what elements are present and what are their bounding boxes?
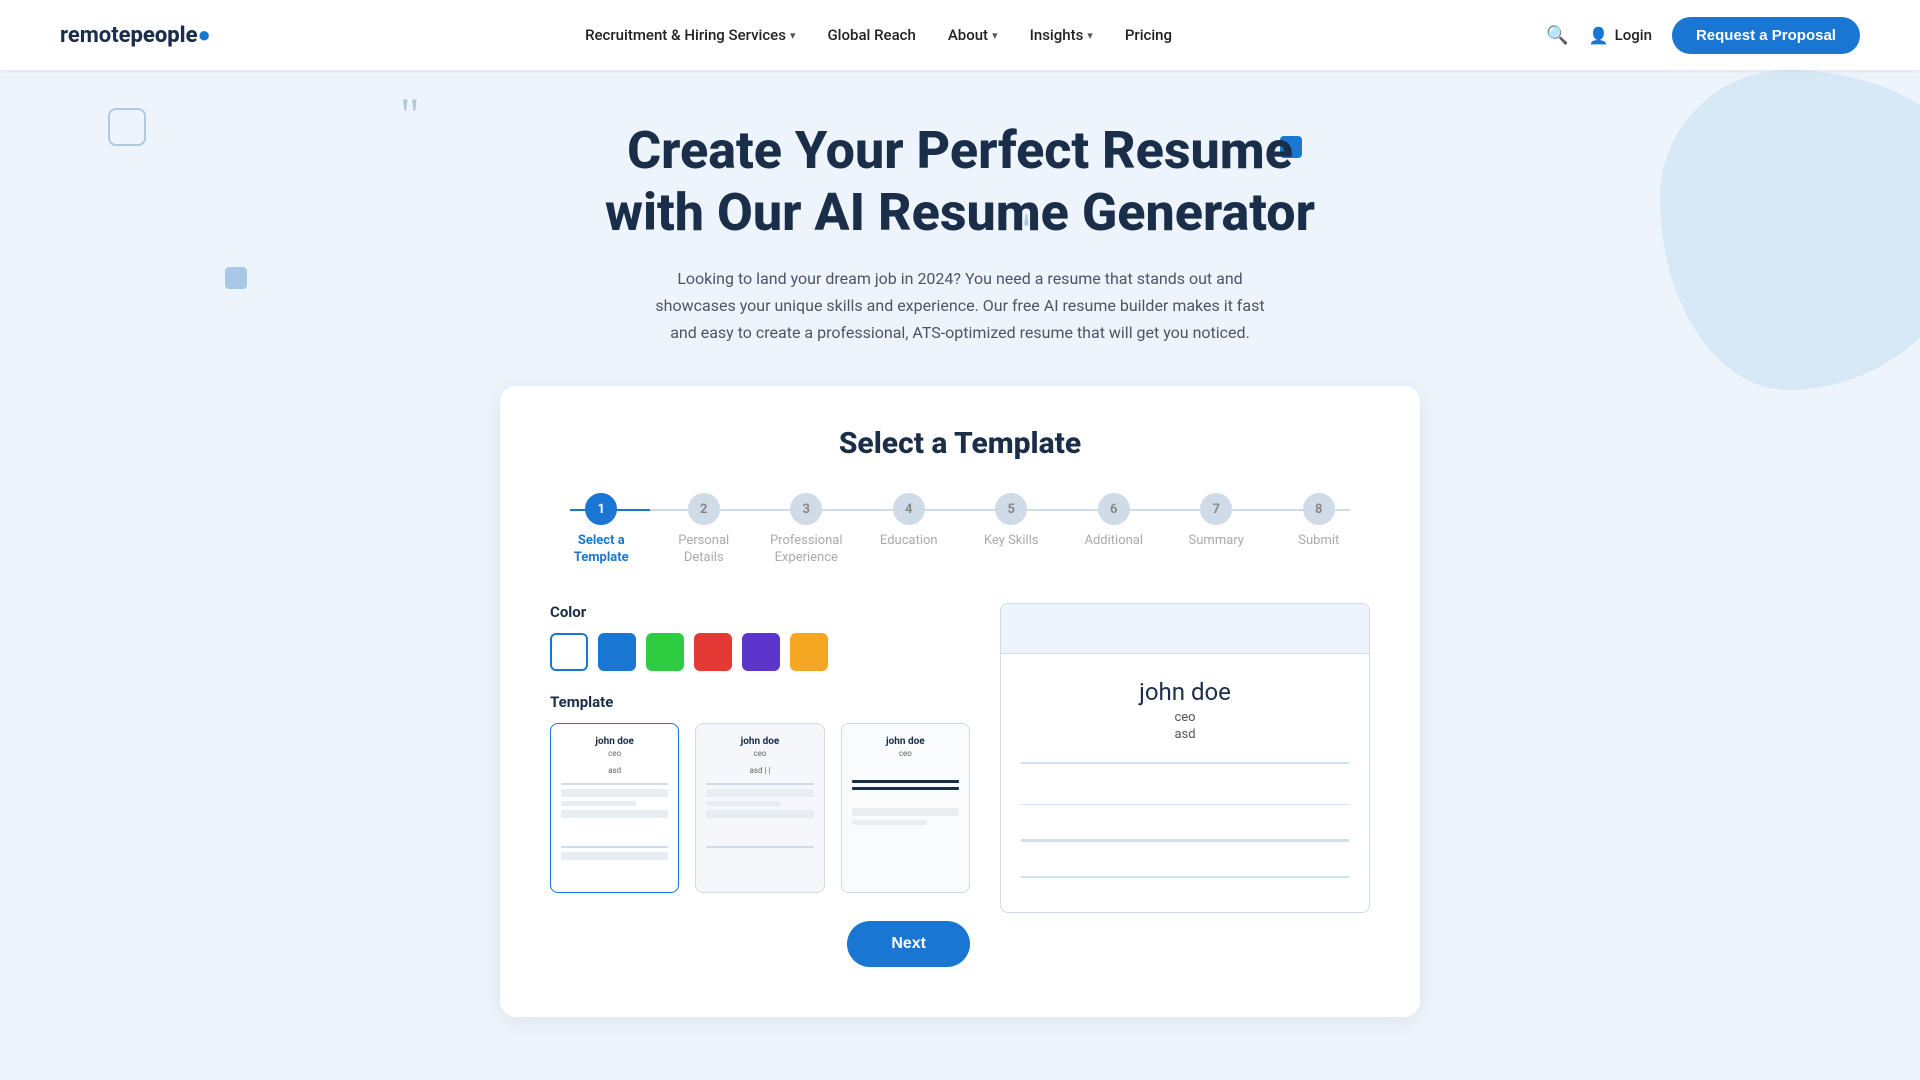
step-circle-2: 2 — [688, 493, 720, 525]
step-circle-8: 8 — [1303, 493, 1335, 525]
hero-title: Create Your Perfect Resume with Our AI R… — [580, 120, 1340, 245]
thumb-3-block1 — [852, 808, 959, 816]
swatch-purple[interactable] — [742, 633, 780, 671]
next-button[interactable]: Next — [847, 921, 970, 967]
steps-bar: 1 Select aTemplate 2 PersonalDetails 3 P… — [550, 493, 1370, 567]
login-button[interactable]: 👤 Login — [1589, 26, 1652, 45]
step-label-5: Key Skills — [984, 533, 1039, 550]
chevron-down-icon: ▾ — [790, 29, 796, 42]
preview-name: john doe — [1021, 678, 1349, 706]
swatch-blue[interactable] — [598, 633, 636, 671]
preview-divider-2 — [1021, 804, 1349, 806]
swatch-red[interactable] — [694, 633, 732, 671]
nav-link-global[interactable]: Global Reach — [827, 26, 915, 44]
step-label-8: Submit — [1298, 533, 1339, 550]
preview-company: asd — [1021, 727, 1349, 742]
thumb-3-role: ceo — [852, 749, 959, 758]
preview-top-bar — [1001, 604, 1369, 654]
thumb-3-divider-dark2 — [852, 787, 959, 790]
thumb-1-block4 — [561, 852, 668, 860]
template-layout: Color Template john doe ceo asd — [550, 603, 1370, 967]
template-section-label: Template — [550, 693, 970, 711]
step-5[interactable]: 5 Key Skills — [960, 493, 1063, 550]
step-circle-4: 4 — [893, 493, 925, 525]
preview-box: john doe ceo asd — [1000, 603, 1370, 913]
step-circle-7: 7 — [1200, 493, 1232, 525]
thumb-2-block1 — [706, 789, 813, 797]
thumb-1-block2 — [561, 801, 636, 806]
logo-text: remotepeople● — [60, 22, 211, 48]
preview-content: john doe ceo asd — [1001, 654, 1369, 912]
color-swatches — [550, 633, 970, 671]
step-label-3: ProfessionalExperience — [770, 533, 843, 567]
logo[interactable]: remotepeople● — [60, 22, 211, 48]
search-icon[interactable]: 🔍 — [1546, 25, 1568, 46]
thumb-2-divider2 — [706, 846, 813, 848]
template-right-panel: john doe ceo asd — [1000, 603, 1370, 967]
template-thumb-2[interactable]: john doe ceo asd | | — [695, 723, 824, 893]
step-7[interactable]: 7 Summary — [1165, 493, 1268, 550]
nav-link-recruitment[interactable]: Recruitment & Hiring Services ▾ — [585, 26, 795, 44]
preview-divider-4 — [1021, 876, 1349, 878]
swatch-white[interactable] — [550, 633, 588, 671]
step-label-1: Select aTemplate — [574, 533, 629, 567]
nav-link-insights[interactable]: Insights ▾ — [1030, 26, 1093, 44]
step-label-4: Education — [880, 533, 938, 550]
thumb-2-name: john doe — [706, 736, 813, 747]
thumb-2-divider — [706, 783, 813, 785]
thumb-3-name: john doe — [852, 736, 959, 747]
thumb-1-block3 — [561, 810, 668, 818]
preview-divider-1 — [1021, 762, 1349, 764]
card-title: Select a Template — [550, 426, 1370, 461]
step-1[interactable]: 1 Select aTemplate — [550, 493, 653, 567]
thumb-2-block2 — [706, 801, 781, 806]
color-section-label: Color — [550, 603, 970, 621]
step-2[interactable]: 2 PersonalDetails — [653, 493, 756, 567]
thumb-1-divider2 — [561, 846, 668, 848]
step-4[interactable]: 4 Education — [858, 493, 961, 550]
chevron-down-icon-3: ▾ — [1087, 29, 1093, 42]
user-icon: 👤 — [1589, 26, 1609, 45]
thumb-3-divider-dark — [852, 780, 959, 783]
hero-subtitle: Looking to land your dream job in 2024? … — [650, 265, 1270, 347]
chevron-down-icon-2: ▾ — [992, 29, 998, 42]
thumb-1-name: john doe — [561, 736, 668, 747]
template-left-panel: Color Template john doe ceo asd — [550, 603, 970, 967]
preview-divider-3 — [1021, 839, 1349, 842]
thumb-1-divider — [561, 783, 668, 785]
preview-role: ceo — [1021, 710, 1349, 725]
thumb-1-block1 — [561, 789, 668, 797]
thumb-3-block2 — [852, 820, 927, 825]
step-label-2: PersonalDetails — [678, 533, 729, 567]
thumb-2-company: asd | | — [706, 766, 813, 775]
nav-actions: 🔍 👤 Login Request a Proposal — [1546, 17, 1860, 54]
step-circle-6: 6 — [1098, 493, 1130, 525]
thumbnails-row: john doe ceo asd john doe ceo asd | | — [550, 723, 970, 893]
thumb-2-block3 — [706, 810, 813, 818]
step-circle-5: 5 — [995, 493, 1027, 525]
hero-section: Create Your Perfect Resume with Our AI R… — [0, 70, 1920, 346]
template-thumb-1[interactable]: john doe ceo asd — [550, 723, 679, 893]
next-btn-wrapper: Next — [550, 921, 970, 967]
swatch-green[interactable] — [646, 633, 684, 671]
nav-link-about[interactable]: About ▾ — [948, 26, 998, 44]
thumb-1-role: ceo — [561, 749, 668, 758]
nav-link-pricing[interactable]: Pricing — [1125, 26, 1172, 44]
thumb-2-role: ceo — [706, 749, 813, 758]
step-3[interactable]: 3 ProfessionalExperience — [755, 493, 858, 567]
step-6[interactable]: 6 Additional — [1063, 493, 1166, 550]
step-circle-3: 3 — [790, 493, 822, 525]
navbar: remotepeople● Recruitment & Hiring Servi… — [0, 0, 1920, 70]
step-label-6: Additional — [1084, 533, 1143, 550]
step-8[interactable]: 8 Submit — [1268, 493, 1371, 550]
request-proposal-button[interactable]: Request a Proposal — [1672, 17, 1860, 54]
template-card: Select a Template 1 Select aTemplate 2 P… — [500, 386, 1420, 1017]
template-thumb-3[interactable]: john doe ceo — [841, 723, 970, 893]
step-circle-1: 1 — [585, 493, 617, 525]
nav-links: Recruitment & Hiring Services ▾ Global R… — [585, 26, 1172, 44]
thumb-1-company: asd — [561, 766, 668, 775]
swatch-orange[interactable] — [790, 633, 828, 671]
step-label-7: Summary — [1189, 533, 1244, 550]
